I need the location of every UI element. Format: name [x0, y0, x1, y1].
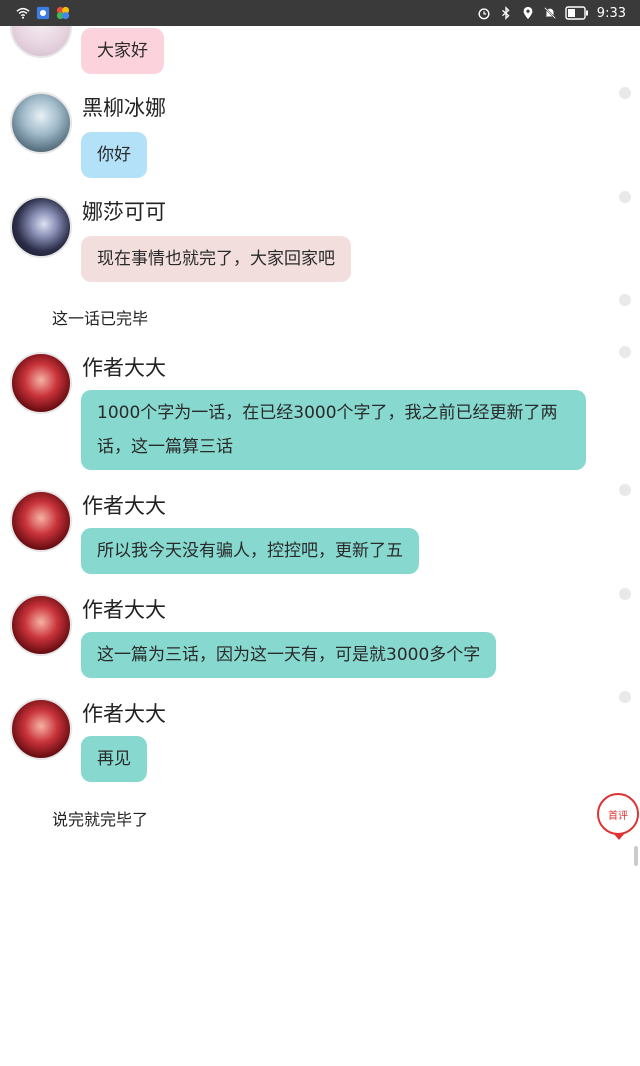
scroll-dot: [619, 346, 631, 358]
message-text: 大家好: [97, 41, 148, 61]
speaker-name: 作者大大: [82, 494, 166, 518]
status-right-icons: 9:33: [477, 4, 626, 22]
scroll-dot: [619, 588, 631, 600]
message-text: 1000个字为一话，在已经3000个字了，我之前已经更新了两话，这一篇算三话: [97, 403, 558, 457]
scroll-dot: [619, 484, 631, 496]
comment-bubble-tail: [613, 833, 625, 840]
app-notification-icon: [36, 6, 50, 20]
avatar-red-hair-girl[interactable]: [10, 490, 72, 552]
location-icon: [523, 6, 533, 20]
scroll-dot: [619, 87, 631, 99]
message-text: 你好: [97, 145, 131, 165]
avatar-red-hair-girl[interactable]: [10, 352, 72, 414]
message-bubble: 大家好: [81, 28, 164, 74]
colorful-app-icon: [56, 6, 70, 20]
message-bubble: 这一篇为三话，因为这一天有，可是就3000多个字: [81, 632, 497, 678]
status-left-icons: [16, 5, 70, 21]
scroll-dot: [619, 691, 631, 703]
wifi-icon: [16, 7, 30, 19]
avatar-silver-girl[interactable]: [10, 92, 72, 154]
scroll-dot: [619, 294, 631, 306]
status-bar: 9:33: [0, 0, 640, 26]
speaker-name: 娜莎可可: [82, 200, 166, 224]
first-comment-label: 首评: [608, 810, 628, 822]
avatar-pale-girl[interactable]: [10, 26, 72, 58]
alarm-icon: [478, 8, 490, 20]
ending-note: 说完就完毕了: [52, 810, 149, 829]
mute-bell-icon: [543, 7, 556, 19]
message-bubble: 现在事情也就完了，大家回家吧: [81, 236, 351, 282]
message-bubble: 再见: [81, 736, 147, 782]
speaker-name: 作者大大: [82, 598, 166, 622]
avatar-red-hair-girl[interactable]: [10, 698, 72, 760]
avatar-dark-moon-girl[interactable]: [10, 196, 72, 258]
message-text: 再见: [97, 749, 131, 769]
chat-story-content[interactable]: 大家好 黑柳冰娜 你好 娜莎可可 现在事情也就完了，大家回家吧 这一话已完毕 作…: [0, 26, 640, 1066]
scroll-dot: [619, 191, 631, 203]
speaker-name: 黑柳冰娜: [82, 96, 166, 120]
message-bubble: 所以我今天没有骗人，控控吧，更新了五: [81, 528, 419, 574]
avatar-red-hair-girl[interactable]: [10, 594, 72, 656]
message-text: 所以我今天没有骗人，控控吧，更新了五: [97, 541, 403, 561]
chapter-end-note: 这一话已完毕: [52, 309, 149, 328]
message-text: 这一篇为三话，因为这一天有，可是就3000多个字: [97, 645, 481, 665]
battery-icon: [565, 6, 588, 20]
status-time: 9:33: [596, 5, 626, 21]
message-bubble: 你好: [81, 132, 147, 178]
message-bubble: 1000个字为一话，在已经3000个字了，我之前已经更新了两话，这一篇算三话: [81, 390, 586, 470]
edge-scroll-handle[interactable]: [634, 846, 638, 866]
first-comment-button[interactable]: 首评: [597, 793, 639, 835]
bluetooth-icon: [501, 6, 510, 20]
speaker-name: 作者大大: [82, 702, 166, 726]
speaker-name: 作者大大: [82, 356, 166, 380]
message-text: 现在事情也就完了，大家回家吧: [97, 249, 335, 269]
